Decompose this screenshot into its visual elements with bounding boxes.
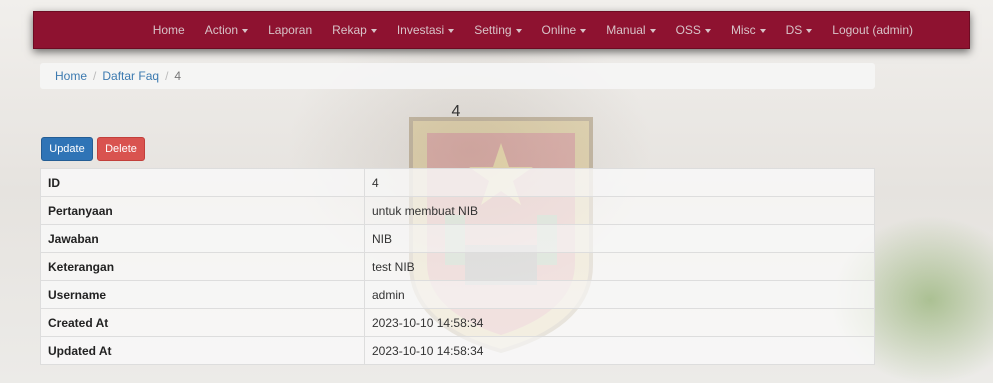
nav-item-label: Rekap	[332, 23, 367, 37]
caret-down-icon	[448, 28, 455, 33]
nav-item-label: Setting	[474, 23, 512, 37]
breadcrumb-list-link[interactable]: Daftar Faq	[102, 69, 159, 83]
nav-item-rekap[interactable]: Rekap	[322, 23, 387, 37]
field-label: Keterangan	[40, 252, 365, 281]
breadcrumb-home-link[interactable]: Home	[55, 69, 87, 83]
table-row: Pertanyaan untuk membuat NIB	[40, 196, 875, 225]
detail-table: ID 4 Pertanyaan untuk membuat NIB Jawaban NIB…	[40, 168, 875, 365]
caret-down-icon	[370, 28, 377, 33]
caret-down-icon	[649, 28, 656, 33]
nav-item-label: Home	[152, 23, 185, 37]
field-value: untuk membuat NIB	[364, 196, 875, 225]
nav-item-label: Online	[541, 23, 577, 37]
nav-item-label: OSS	[675, 23, 701, 37]
page-title: 4	[451, 103, 461, 120]
nav-item-ds[interactable]: DS	[776, 23, 823, 37]
table-row: Created At 2023-10-10 14:58:34	[40, 308, 875, 337]
field-value: 2023-10-10 14:58:34	[364, 336, 875, 365]
caret-down-icon	[806, 28, 813, 33]
table-row: Keterangan test NIB	[40, 252, 875, 281]
field-value: test NIB	[364, 252, 875, 281]
table-row: Updated At 2023-10-10 14:58:34	[40, 336, 875, 365]
nav-item-oss[interactable]: OSS	[666, 23, 721, 37]
field-value: 2023-10-10 14:58:34	[364, 308, 875, 337]
field-value: NIB	[364, 224, 875, 253]
nav-item-setting[interactable]: Setting	[464, 23, 531, 37]
nav-item-label: Laporan	[268, 23, 313, 37]
field-label: ID	[40, 168, 365, 197]
update-button[interactable]: Update	[41, 137, 93, 161]
field-label: Jawaban	[40, 224, 365, 253]
nav-item-investasi[interactable]: Investasi	[387, 23, 464, 37]
field-label: Created At	[40, 308, 365, 337]
field-label: Pertanyaan	[40, 196, 365, 225]
nav-item-misc[interactable]: Misc	[721, 23, 776, 37]
nav-item-label: Misc	[730, 23, 756, 37]
nav-menu: Home Action Laporan Rekap Investasi Setting On…	[143, 12, 923, 48]
field-label: Updated At	[40, 336, 365, 365]
top-navbar: Home Action Laporan Rekap Investasi Setting On…	[33, 11, 970, 49]
nav-item-home[interactable]: Home	[143, 23, 195, 37]
caret-down-icon	[759, 28, 766, 33]
nav-item-label: Manual	[606, 23, 646, 37]
field-value: admin	[364, 280, 875, 309]
nav-item-label: Logout (admin)	[832, 23, 913, 37]
nav-item-manual[interactable]: Manual	[596, 23, 665, 37]
table-row: Jawaban NIB	[40, 224, 875, 253]
nav-item-action[interactable]: Action	[195, 23, 258, 37]
caret-down-icon	[704, 28, 711, 33]
delete-button[interactable]: Delete	[97, 137, 145, 161]
caret-down-icon	[515, 28, 522, 33]
caret-down-icon	[580, 28, 587, 33]
breadcrumb-current: 4	[174, 69, 182, 83]
table-row: Username admin	[40, 280, 875, 309]
nav-item-laporan[interactable]: Laporan	[258, 23, 322, 37]
table-row: ID 4	[40, 168, 875, 197]
field-label: Username	[40, 280, 365, 309]
breadcrumb-separator: /	[165, 69, 169, 83]
nav-item-logout-admin[interactable]: Logout (admin)	[822, 23, 923, 37]
nav-item-label: DS	[785, 23, 803, 37]
nav-item-online[interactable]: Online	[532, 23, 597, 37]
nav-item-label: Action	[204, 23, 239, 37]
breadcrumb-separator: /	[93, 69, 97, 83]
nav-item-label: Investasi	[396, 23, 445, 37]
field-value: 4	[364, 168, 875, 197]
breadcrumb: Home / Daftar Faq / 4	[40, 63, 875, 89]
caret-down-icon	[242, 28, 249, 33]
